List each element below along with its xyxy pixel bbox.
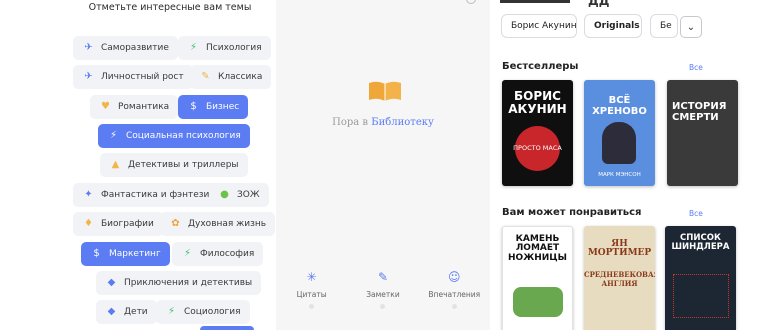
bolt-icon: ⚡ [109, 130, 118, 141]
topic-chip-filosofiya[interactable]: ⚡ Философия [172, 242, 264, 266]
tab-notes[interactable]: ✎ Заметки [353, 270, 413, 318]
open-book-icon [369, 81, 401, 101]
duck-icon: ◆ [107, 277, 116, 288]
recommended-all-link[interactable]: Все [689, 209, 703, 218]
feather-icon: ✎ [201, 71, 210, 82]
topic-chip-biznes[interactable]: $ Бизнес [178, 95, 249, 119]
book-cover[interactable]: БОРИС АКУНИН ПРОСТО МАСА [502, 80, 573, 186]
store-header-fragment: ДД [588, 0, 610, 8]
bolt-icon: ⚡ [183, 248, 192, 259]
tab-indicator [451, 304, 457, 309]
notes-icon: ✎ [377, 270, 389, 284]
book-cover[interactable]: ЯН МОРТИМЕР СРЕДНЕВЕКОВАЯ АНГЛИЯ [584, 226, 655, 330]
filter-pill-truncated[interactable]: Бе [650, 14, 678, 38]
book-cover[interactable]: ВСЁ ХРЕНОВО МАРК МЭНСОН [584, 80, 655, 186]
bestsellers-title: Бестселлеры [502, 61, 579, 72]
tab-impressions[interactable]: ☺ Впечатления [424, 270, 484, 318]
topic-chip-socialnaya-psikhologiya[interactable]: ⚡ Социальная психология [98, 124, 250, 148]
topic-chip-sociologiya[interactable]: ⚡ Социология [156, 300, 250, 324]
topic-chip-lichnostny-rost[interactable]: ✈ Личностный рост [73, 65, 193, 89]
bolt-icon: ⚡ [189, 42, 198, 53]
tab-indicator [309, 304, 315, 309]
topic-chip-deti[interactable]: ◆ Дети [96, 300, 157, 324]
bulb-icon: ♦ [84, 218, 93, 229]
topic-chip-romantika[interactable]: ♥ Романтика [90, 95, 179, 119]
topic-chip-fantastika-fentezi[interactable]: ✦ Фантастика и фэнтези [73, 183, 219, 207]
map-illustration [673, 274, 729, 318]
quote-star-icon: ✳ [306, 270, 317, 284]
tab-quotes[interactable]: ✳ Цитаты [282, 270, 342, 318]
book-cover[interactable]: КАМЕНЬ ЛОМАЕТ НОЖНИЦЫ [502, 226, 573, 330]
bird-icon: ✈ [84, 71, 93, 82]
store-panel: ДД Борис Акунин Originals Бе ⌄ Бестселле… [492, 0, 770, 330]
dollar-icon: $ [190, 101, 197, 112]
topic-chip-dukhovnaya-zhizn[interactable]: ✿ Духовная жизнь [160, 212, 276, 236]
filter-pill-originals[interactable]: Originals [584, 14, 642, 38]
bird-icon: ✈ [84, 42, 93, 53]
duck-icon: ◆ [107, 306, 116, 317]
topic-chip-priklyucheniya[interactable]: ◆ Приключения и детективы [96, 271, 262, 295]
topic-chip-biografii[interactable]: ♦ Биографии [73, 212, 163, 236]
topic-chip-psikhologiya[interactable]: ⚡ Психология [178, 36, 271, 60]
hat-icon: ▲ [111, 159, 120, 170]
topic-chip-klassika[interactable]: ✎ Классика [190, 65, 272, 89]
topic-chip-marketing[interactable]: $ Маркетинг [81, 242, 170, 266]
apple-icon: ● [220, 189, 229, 200]
library-empty-hint: Пора в Библиотеку [332, 117, 434, 128]
active-tab-underline [500, 0, 570, 3]
library-panel: Пора в Библиотеку ✳ Цитаты ✎ Заметки ☺ В… [276, 0, 490, 330]
bolt-icon: ⚡ [167, 306, 176, 317]
lotus-icon: ✿ [171, 218, 180, 229]
bestsellers-all-link[interactable]: Все [689, 63, 703, 72]
meditating-figure [602, 122, 636, 164]
topic-chip-zozh[interactable]: ● ЗОЖ [209, 183, 269, 207]
topic-chip-detektivy-trillery[interactable]: ▲ Детективы и триллеры [100, 153, 248, 177]
tab-indicator [380, 304, 386, 309]
library-link[interactable]: Библиотеку [371, 117, 434, 128]
library-tab-bar: ✳ Цитаты ✎ Заметки ☺ Впечатления [276, 258, 490, 318]
profile-icon[interactable] [466, 0, 476, 4]
smile-icon: ☺ [448, 270, 461, 284]
dollar-icon: $ [93, 248, 100, 259]
book-cover[interactable]: ИСТОРИЯ СМЕРТИ [667, 80, 738, 186]
filter-pill-akunin[interactable]: Борис Акунин [501, 14, 577, 38]
cartoon-illustration [513, 287, 563, 317]
heart-icon: ♥ [101, 101, 110, 112]
book-cover[interactable]: СПИСОК ШИНДЛЕРА [665, 226, 736, 330]
recommended-title: Вам может понравиться [502, 207, 642, 218]
wand-icon: ✦ [84, 189, 93, 200]
chevron-down-icon[interactable]: ⌄ [680, 16, 702, 38]
continue-button-edge[interactable] [200, 326, 254, 330]
topics-panel: Отметьте интересные вам темы ✈ Саморазвит… [0, 0, 276, 330]
topic-chip-samorazvitie[interactable]: ✈ Саморазвитие [73, 36, 178, 60]
